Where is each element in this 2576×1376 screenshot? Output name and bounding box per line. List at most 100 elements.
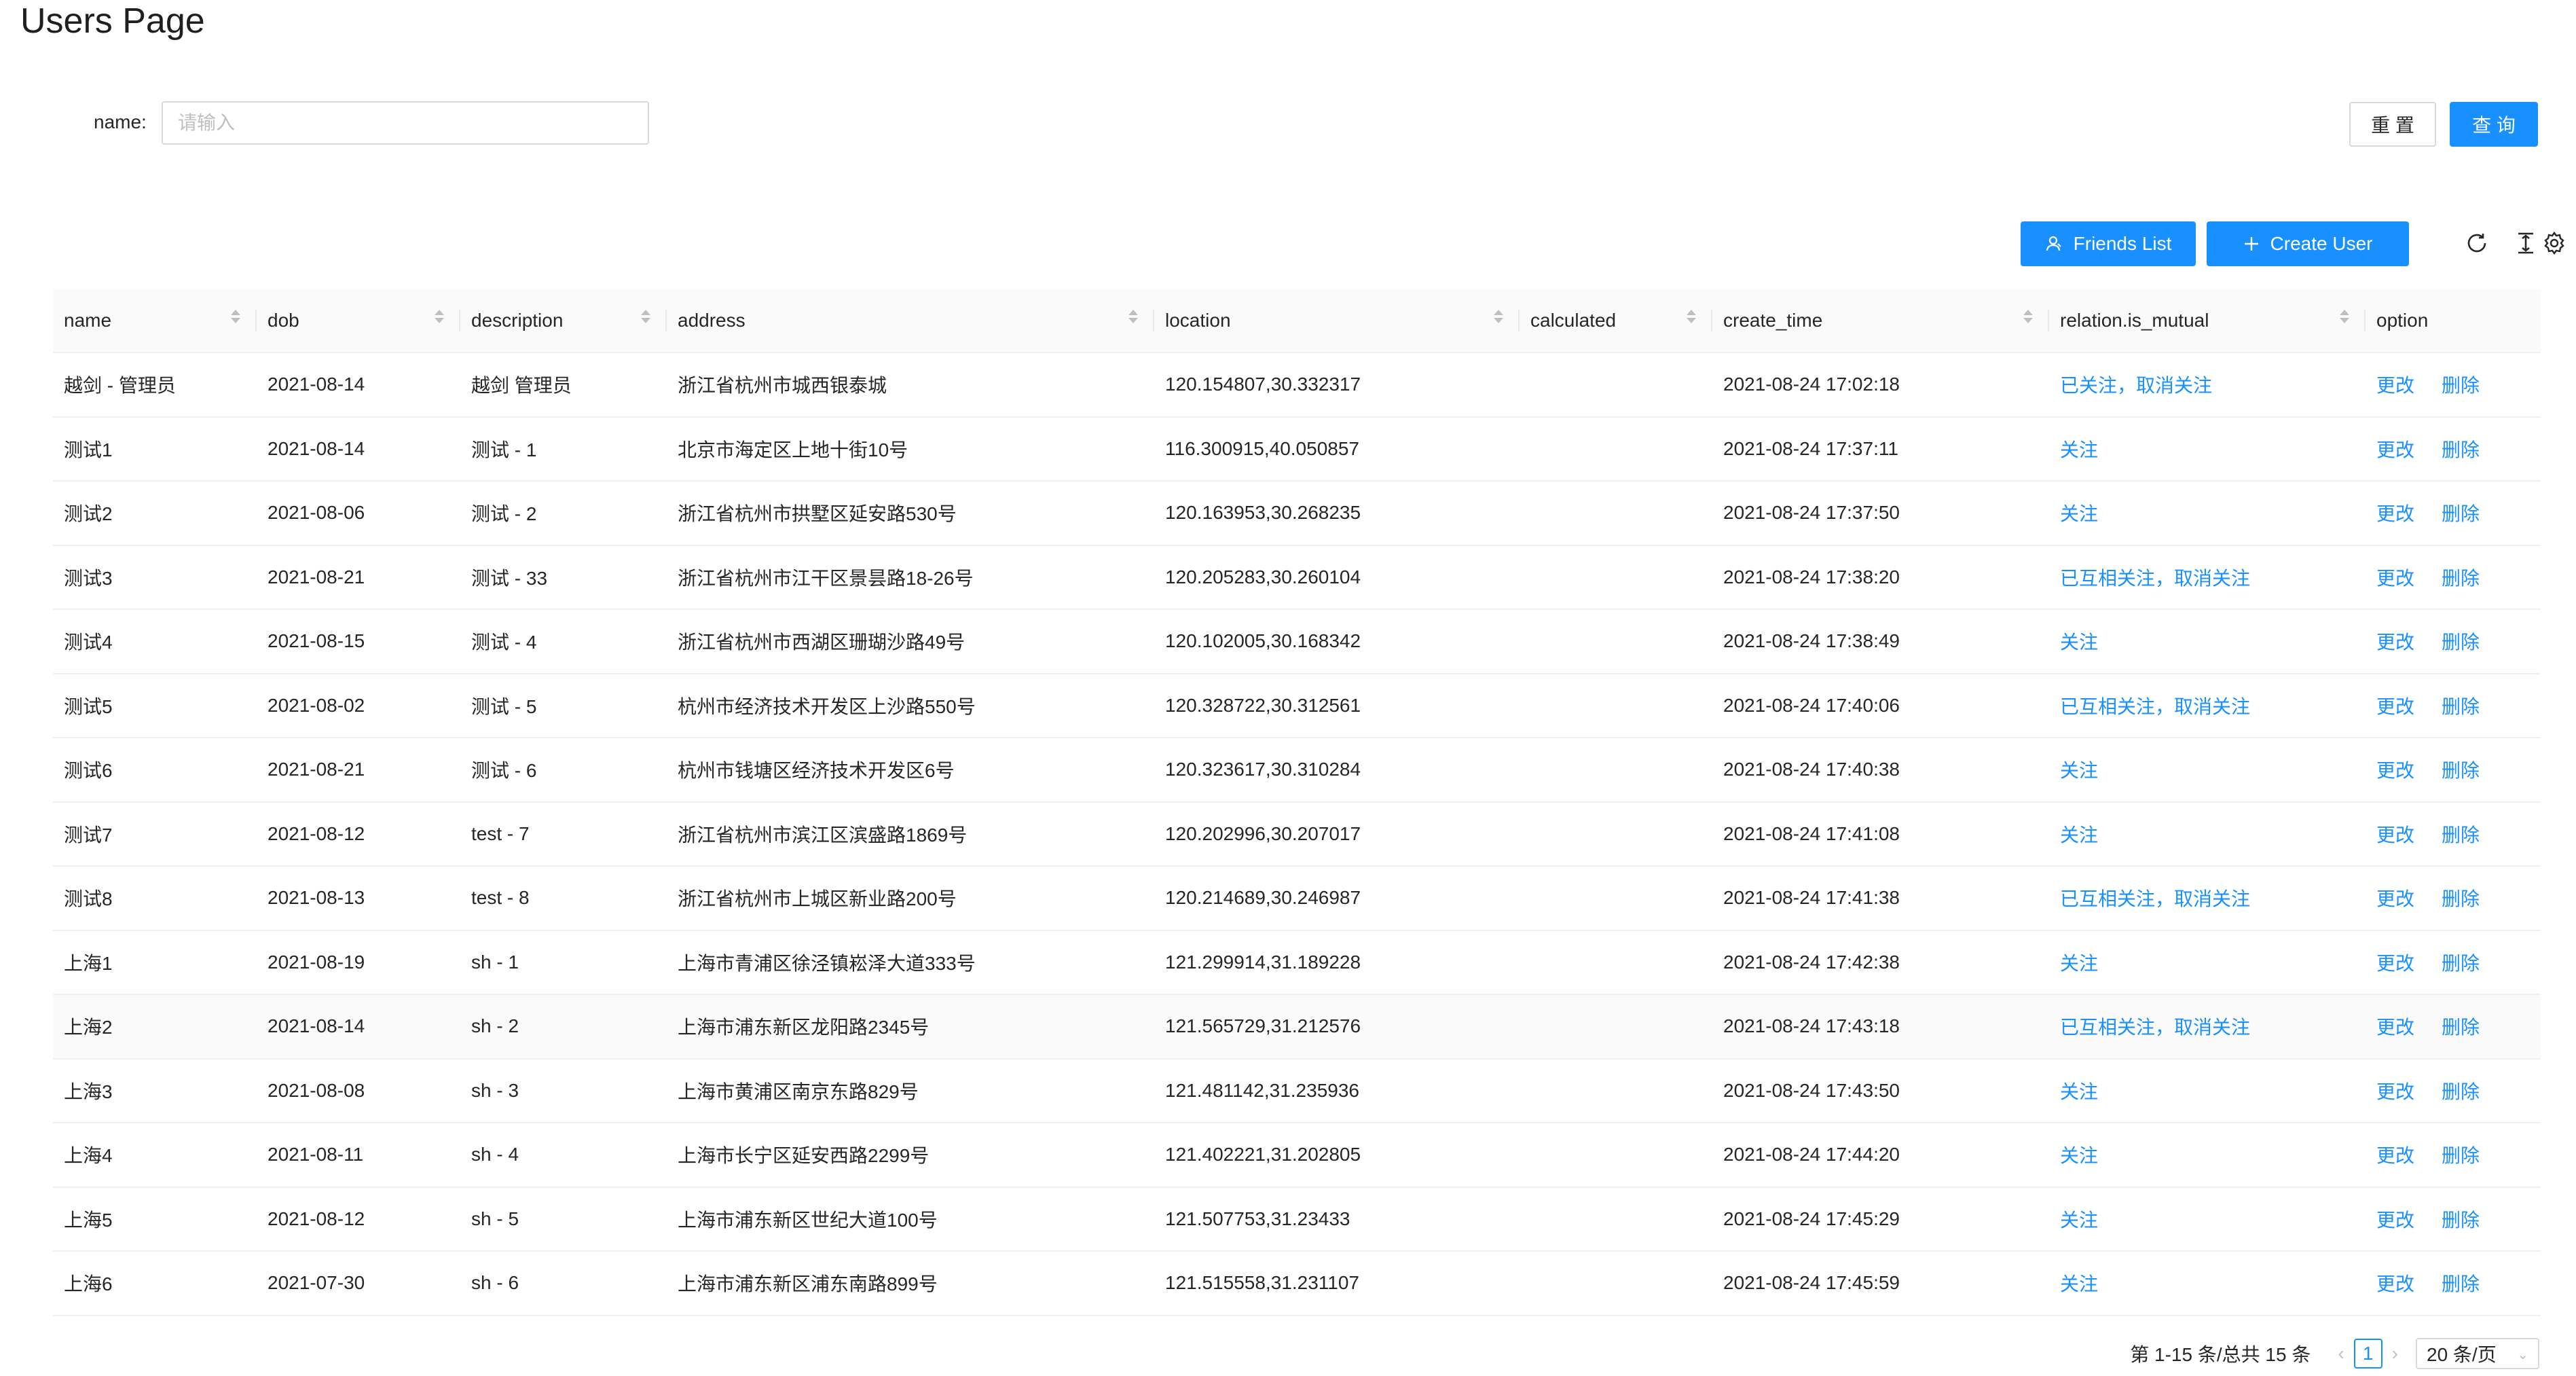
cell-create-time: 2021-08-24 17:37:11 xyxy=(1723,437,1898,459)
sort-icon[interactable] xyxy=(1494,310,1503,323)
sort-icon[interactable] xyxy=(2023,310,2033,323)
cell-address: 浙江省杭州市城西银泰城 xyxy=(678,375,887,397)
cell-create-time: 2021-08-24 17:02:18 xyxy=(1723,374,1900,395)
relation-link[interactable]: 关注 xyxy=(2060,1145,2098,1166)
name-search-input[interactable] xyxy=(162,101,649,145)
column-header-relation[interactable]: relation.is_mutual xyxy=(2049,289,2366,352)
page-title: Users Page xyxy=(20,1,205,41)
cell-address: 浙江省杭州市西湖区珊瑚沙路49号 xyxy=(678,632,965,653)
sort-icon[interactable] xyxy=(2340,310,2349,323)
cell-option: 更改 删除 xyxy=(2366,1077,2541,1104)
cell-create-time: 2021-08-24 17:38:49 xyxy=(1723,630,1900,652)
page-size-select[interactable]: 20 条/页 ⌄ xyxy=(2416,1338,2539,1369)
edit-link[interactable]: 更改 xyxy=(2376,1145,2414,1166)
cell-relation: 关注 xyxy=(2049,820,2366,848)
sort-icon[interactable] xyxy=(1687,310,1696,323)
sort-icon[interactable] xyxy=(1128,310,1138,323)
relation-link[interactable]: 已互相关注，取消关注 xyxy=(2060,696,2250,717)
column-header-description[interactable]: description xyxy=(460,289,667,352)
cell-location: 121.565729,31.212576 xyxy=(1165,1015,1361,1037)
edit-link[interactable]: 更改 xyxy=(2376,439,2414,460)
delete-link[interactable]: 删除 xyxy=(2442,375,2480,396)
edit-link[interactable]: 更改 xyxy=(2376,825,2414,846)
cell-relation: 关注 xyxy=(2049,1206,2366,1233)
column-header-label: name xyxy=(64,310,112,331)
delete-link[interactable]: 删除 xyxy=(2442,696,2480,717)
relation-link[interactable]: 关注 xyxy=(2060,439,2098,460)
relation-link[interactable]: 已互相关注，取消关注 xyxy=(2060,1017,2250,1038)
edit-link[interactable]: 更改 xyxy=(2376,1081,2414,1102)
delete-link[interactable]: 删除 xyxy=(2442,1210,2480,1231)
relation-link[interactable]: 关注 xyxy=(2060,825,2098,846)
column-header-create-time[interactable]: create_time xyxy=(1712,289,2049,352)
delete-link[interactable]: 删除 xyxy=(2442,1081,2480,1102)
sort-icon[interactable] xyxy=(435,310,444,323)
relation-link[interactable]: 关注 xyxy=(2060,632,2098,653)
relation-link[interactable]: 关注 xyxy=(2060,953,2098,974)
delete-link[interactable]: 删除 xyxy=(2442,760,2480,781)
edit-link[interactable]: 更改 xyxy=(2376,375,2414,396)
page-item-current[interactable]: 1 xyxy=(2353,1339,2382,1369)
table-row: 上海6 2021-07-30 sh - 6 上海市浦东新区浦东南路899号 121.51… xyxy=(53,1252,2541,1316)
relation-link[interactable]: 关注 xyxy=(2060,1081,2098,1102)
cell-description: sh - 5 xyxy=(471,1208,519,1229)
cell-address: 杭州市经济技术开发区上沙路550号 xyxy=(678,695,976,717)
edit-link[interactable]: 更改 xyxy=(2376,632,2414,653)
cell-dob: 2021-08-12 xyxy=(268,1208,365,1229)
sort-icon[interactable] xyxy=(641,310,650,323)
relation-link[interactable]: 关注 xyxy=(2060,1273,2098,1294)
query-button[interactable]: 查 询 xyxy=(2450,102,2538,147)
cell-name: 测试4 xyxy=(64,632,113,653)
relation-link[interactable]: 已互相关注，取消关注 xyxy=(2060,888,2250,909)
delete-link[interactable]: 删除 xyxy=(2442,888,2480,909)
column-header-name[interactable]: name xyxy=(53,289,257,352)
cell-dob: 2021-08-21 xyxy=(268,759,365,780)
delete-link[interactable]: 删除 xyxy=(2442,1145,2480,1166)
delete-link[interactable]: 删除 xyxy=(2442,825,2480,846)
relation-link[interactable]: 关注 xyxy=(2060,503,2098,524)
reload-icon[interactable] xyxy=(2463,230,2490,257)
cell-name: 测试1 xyxy=(64,439,113,460)
relation-link[interactable]: 已关注，取消关注 xyxy=(2060,375,2212,396)
friends-list-button[interactable]: Friends List xyxy=(2021,221,2196,266)
edit-link[interactable]: 更改 xyxy=(2376,1273,2414,1294)
delete-link[interactable]: 删除 xyxy=(2442,1017,2480,1038)
edit-link[interactable]: 更改 xyxy=(2376,888,2414,909)
cell-dob: 2021-08-02 xyxy=(268,694,365,716)
column-header-address[interactable]: address xyxy=(667,289,1154,352)
column-header-calculated[interactable]: calculated xyxy=(1520,289,1712,352)
settings-icon[interactable] xyxy=(2541,230,2568,257)
column-header-location[interactable]: location xyxy=(1154,289,1520,352)
edit-link[interactable]: 更改 xyxy=(2376,696,2414,717)
column-height-icon[interactable] xyxy=(2512,230,2539,257)
delete-link[interactable]: 删除 xyxy=(2442,632,2480,653)
cell-description: test - 7 xyxy=(471,822,530,844)
cell-location: 120.214689,30.246987 xyxy=(1165,887,1361,909)
relation-link[interactable]: 关注 xyxy=(2060,1210,2098,1231)
create-user-button[interactable]: Create User xyxy=(2207,221,2409,266)
delete-link[interactable]: 删除 xyxy=(2442,439,2480,460)
relation-link[interactable]: 已互相关注，取消关注 xyxy=(2060,568,2250,589)
edit-link[interactable]: 更改 xyxy=(2376,760,2414,781)
table-row: 测试3 2021-08-21 测试 - 33 浙江省杭州市江干区景昙路18-26号 12… xyxy=(53,546,2541,610)
cell-description: 测试 - 2 xyxy=(471,503,537,525)
delete-link[interactable]: 删除 xyxy=(2442,568,2480,589)
column-header-dob[interactable]: dob xyxy=(257,289,460,352)
next-page-icon[interactable]: › xyxy=(2392,1343,2398,1364)
edit-link[interactable]: 更改 xyxy=(2376,1210,2414,1231)
relation-link[interactable]: 关注 xyxy=(2060,760,2098,781)
cell-create-time: 2021-08-24 17:44:20 xyxy=(1723,1144,1900,1165)
edit-link[interactable]: 更改 xyxy=(2376,953,2414,974)
delete-link[interactable]: 删除 xyxy=(2442,953,2480,974)
reset-button[interactable]: 重 置 xyxy=(2349,102,2436,147)
edit-link[interactable]: 更改 xyxy=(2376,568,2414,589)
edit-link[interactable]: 更改 xyxy=(2376,503,2414,524)
cell-option: 更改 删除 xyxy=(2366,1269,2541,1297)
sort-icon[interactable] xyxy=(231,310,240,323)
cell-description: 测试 - 33 xyxy=(471,567,548,589)
delete-link[interactable]: 删除 xyxy=(2442,503,2480,524)
cell-dob: 2021-08-13 xyxy=(268,887,365,909)
edit-link[interactable]: 更改 xyxy=(2376,1017,2414,1038)
delete-link[interactable]: 删除 xyxy=(2442,1273,2480,1294)
prev-page-icon[interactable]: ‹ xyxy=(2338,1343,2344,1364)
